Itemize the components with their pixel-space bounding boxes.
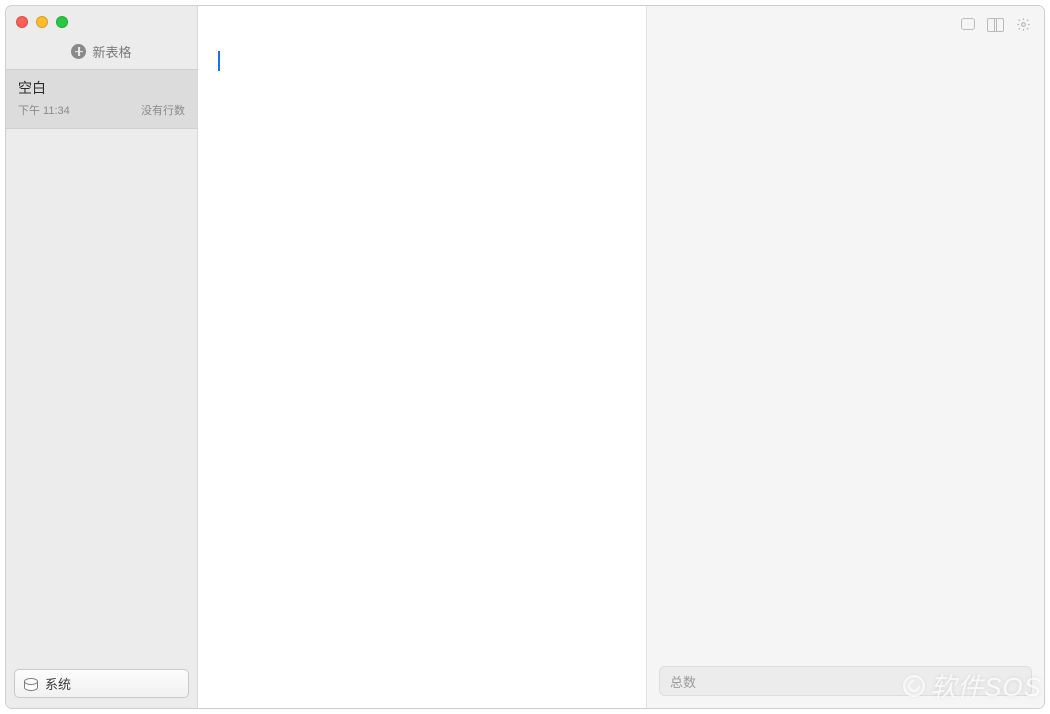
right-panel-footer: 总数 (647, 654, 1044, 708)
window-controls (16, 16, 68, 28)
close-icon[interactable] (16, 16, 28, 28)
right-panel: 总数 (646, 6, 1044, 708)
system-button-label: 系统 (45, 674, 71, 693)
new-sheet-button[interactable]: 新表格 (6, 32, 197, 69)
maximize-icon[interactable] (56, 16, 68, 28)
sidebar: 新表格 空白 下午 11:34 没有行数 系统 (6, 6, 198, 708)
minimize-icon[interactable] (36, 16, 48, 28)
total-input[interactable]: 总数 (659, 666, 1032, 696)
database-icon (23, 677, 37, 691)
sidebar-footer: 系统 (6, 661, 197, 708)
text-cursor (218, 51, 220, 71)
app-window: 新表格 空白 下午 11:34 没有行数 系统 (5, 5, 1045, 709)
right-panel-content (647, 36, 1044, 654)
sheet-item-meta: 下午 11:34 没有行数 (18, 102, 185, 118)
total-placeholder: 总数 (670, 672, 696, 691)
card-view-icon[interactable] (961, 18, 975, 30)
sheet-item[interactable]: 空白 下午 11:34 没有行数 (6, 69, 197, 129)
sheet-item-title: 空白 (18, 78, 185, 98)
book-icon[interactable] (987, 18, 1004, 30)
editor-area[interactable] (198, 6, 646, 708)
sheet-item-time: 下午 11:34 (18, 102, 70, 118)
right-toolbar (647, 6, 1044, 36)
plus-icon (71, 44, 86, 59)
gear-icon[interactable] (1016, 17, 1032, 31)
system-button[interactable]: 系统 (14, 669, 189, 698)
titlebar (6, 6, 197, 32)
new-sheet-label: 新表格 (92, 42, 131, 61)
sheet-item-status: 没有行数 (141, 102, 185, 118)
sheet-list: 空白 下午 11:34 没有行数 (6, 69, 197, 661)
